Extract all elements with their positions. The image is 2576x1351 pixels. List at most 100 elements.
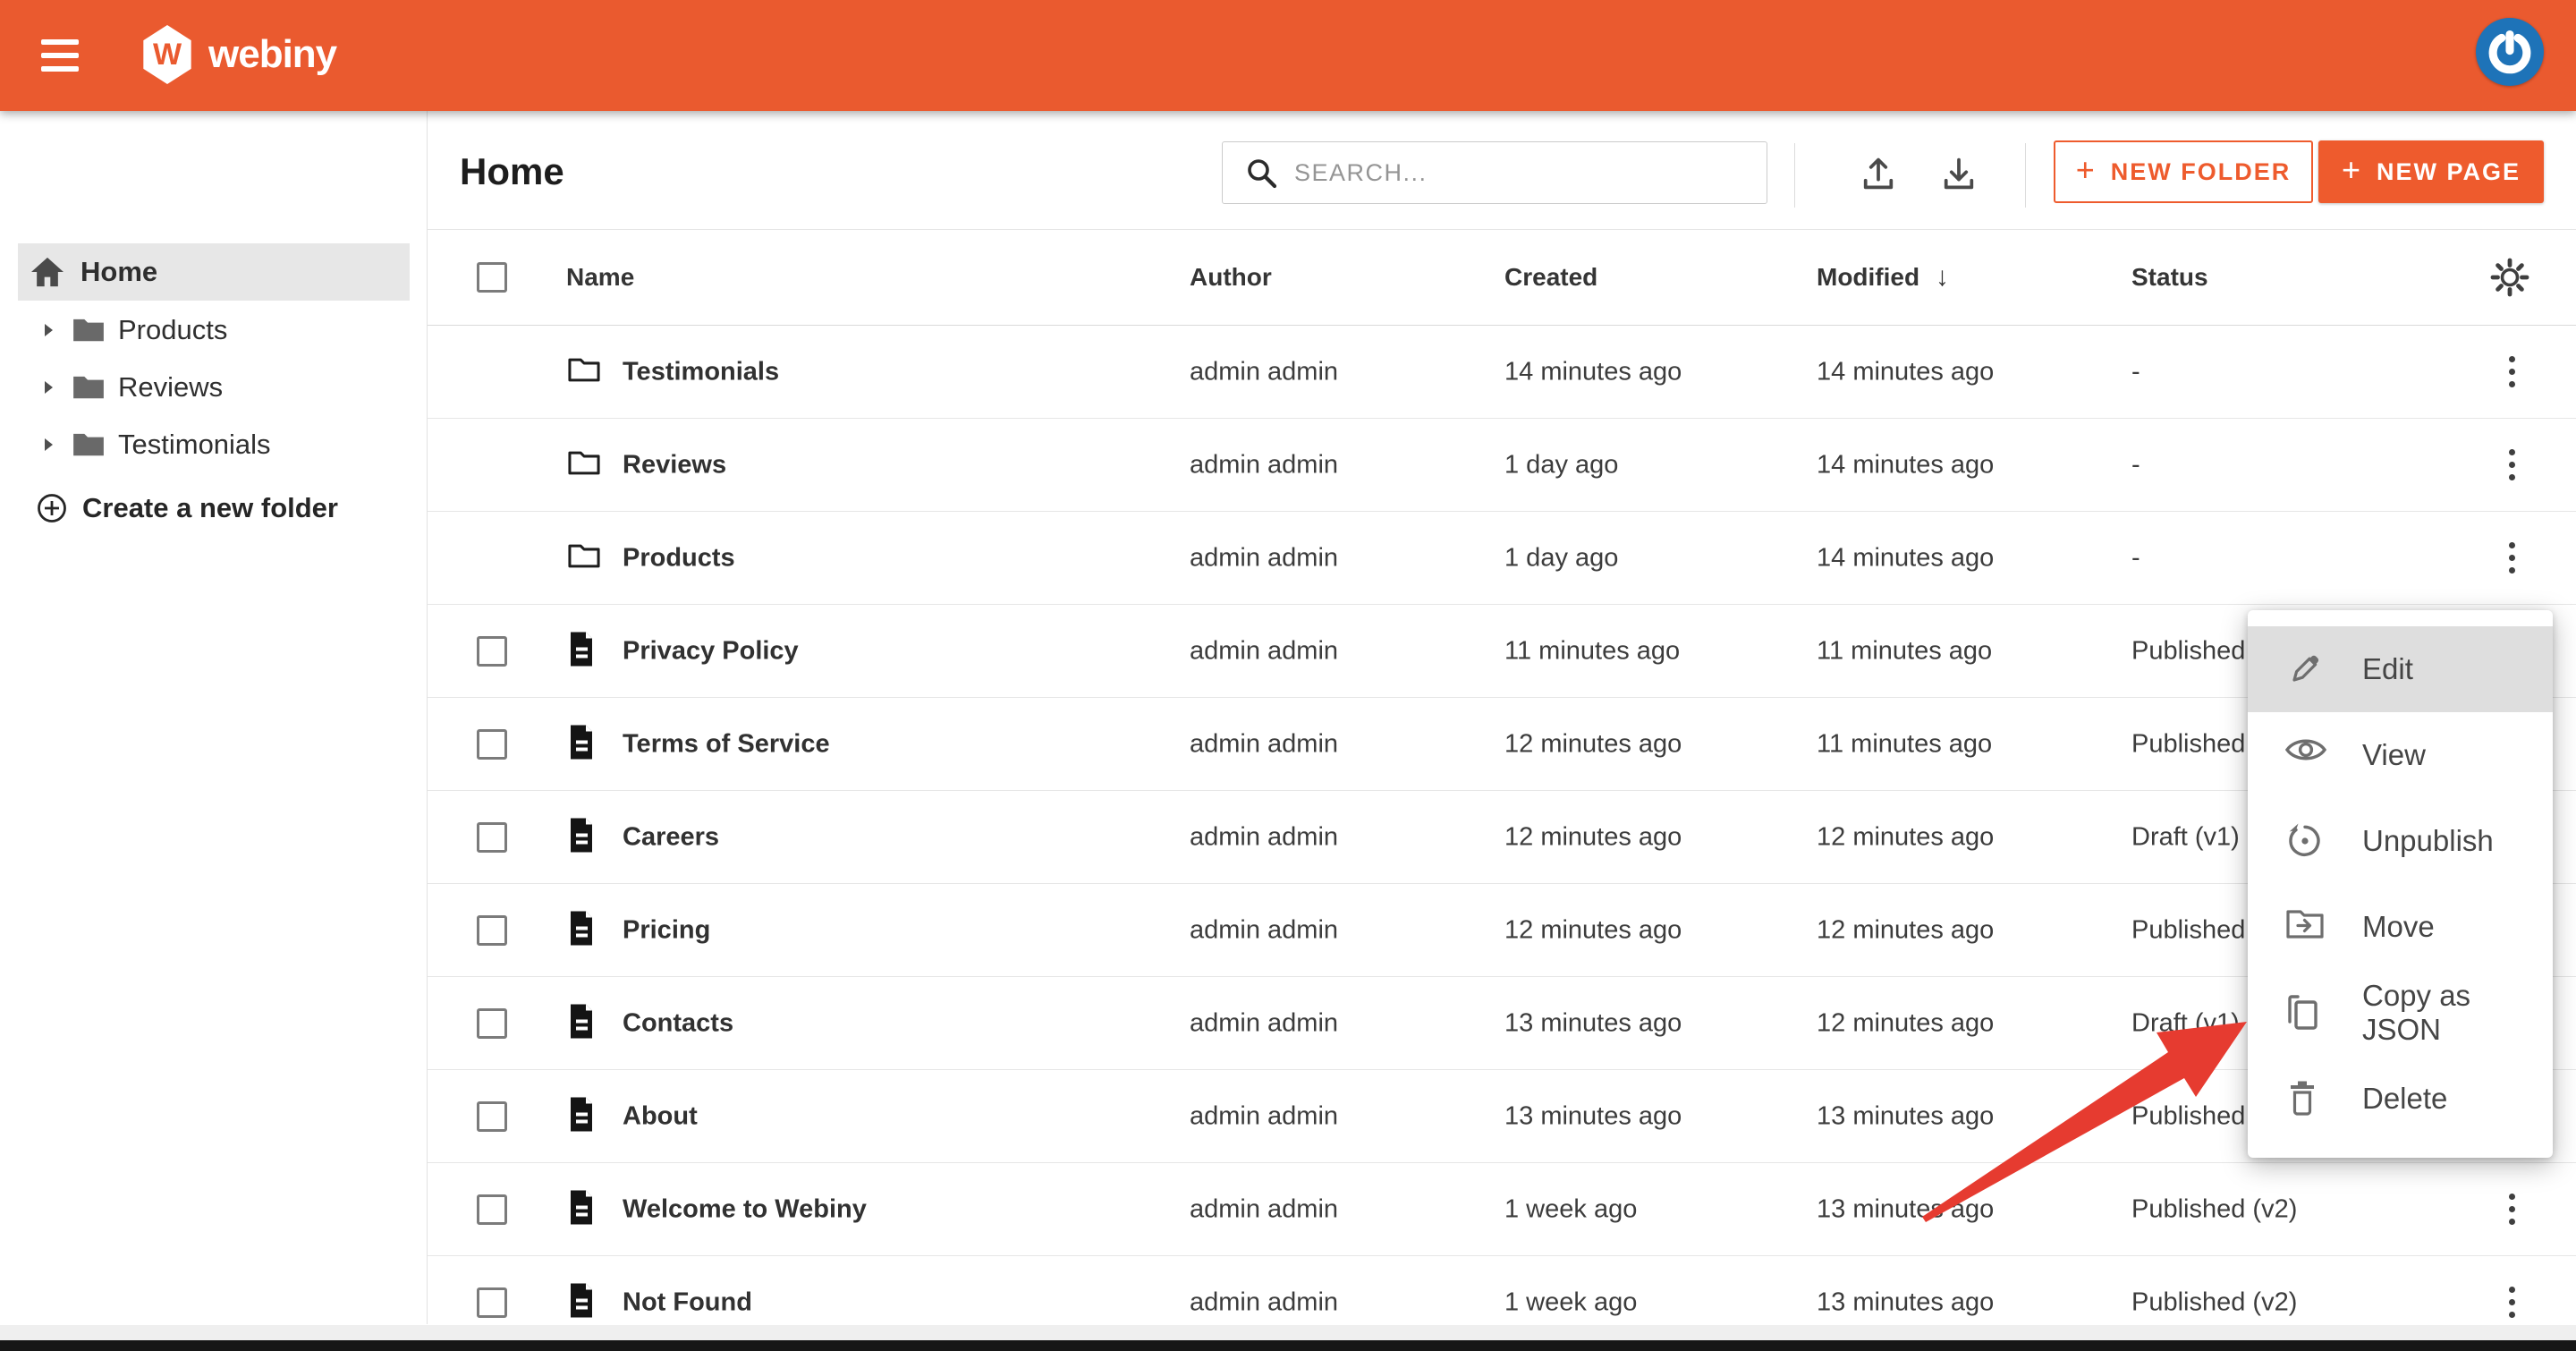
- sidebar-item-testimonials[interactable]: Testimonials: [0, 416, 410, 473]
- sidebar-item-reviews[interactable]: Reviews: [0, 359, 410, 416]
- row-name[interactable]: Not Found: [623, 1287, 752, 1317]
- row-modified: 14 minutes ago: [1817, 543, 1994, 573]
- row-name[interactable]: Careers: [623, 822, 719, 852]
- gear-icon: [2490, 258, 2529, 297]
- row-modified: 12 minutes ago: [1817, 915, 1994, 945]
- webiny-logo-icon[interactable]: W: [141, 25, 193, 84]
- column-header-name[interactable]: Name: [566, 263, 634, 292]
- column-header-status[interactable]: Status: [2131, 263, 2208, 292]
- search-input[interactable]: [1294, 142, 1750, 203]
- row-name[interactable]: Testimonials: [623, 357, 779, 387]
- row-status-badge: -: [2131, 543, 2140, 573]
- row-created: 13 minutes ago: [1504, 1101, 1682, 1131]
- new-folder-label: NEW FOLDER: [2111, 158, 2292, 186]
- bottom-gray-band: [0, 1325, 2576, 1340]
- kebab-menu-icon[interactable]: [2496, 1188, 2528, 1231]
- row-checkbox[interactable]: [477, 915, 507, 946]
- sidebar-item-home[interactable]: Home: [18, 243, 410, 301]
- row-name[interactable]: Products: [623, 543, 735, 573]
- row-modified: 11 minutes ago: [1817, 636, 1992, 666]
- toolbar-divider: [2025, 143, 2026, 208]
- row-name[interactable]: Privacy Policy: [623, 636, 799, 666]
- eye-icon: [2285, 735, 2325, 775]
- row-name[interactable]: Reviews: [623, 450, 726, 480]
- context-menu-item-view[interactable]: View: [2248, 712, 2553, 798]
- copy-icon: [2285, 993, 2325, 1032]
- row-name[interactable]: About: [623, 1101, 698, 1131]
- row-modified: 13 minutes ago: [1817, 1101, 1994, 1131]
- row-name[interactable]: Terms of Service: [623, 729, 830, 759]
- hamburger-menu-icon[interactable]: [41, 39, 79, 72]
- search-box: [1222, 141, 1767, 204]
- row-name[interactable]: Pricing: [623, 915, 710, 945]
- kebab-menu-icon[interactable]: [2496, 351, 2528, 394]
- row-modified: 11 minutes ago: [1817, 729, 1992, 759]
- kebab-menu-icon[interactable]: [2496, 537, 2528, 580]
- sort-desc-icon: ↓: [1936, 262, 1949, 292]
- row-status-badge: Published: [2131, 729, 2245, 759]
- row-author: admin admin: [1190, 543, 1338, 573]
- row-checkbox[interactable]: [477, 822, 507, 853]
- row-name[interactable]: Welcome to Webiny: [623, 1194, 867, 1224]
- context-menu-item-copy-as-json[interactable]: Copy as JSON: [2248, 970, 2553, 1056]
- page-icon: [566, 909, 597, 951]
- row-author: admin admin: [1190, 357, 1338, 387]
- sidebar-home-label: Home: [80, 256, 157, 288]
- column-header-modified[interactable]: Modified ↓: [1817, 262, 1949, 293]
- table-row[interactable]: Products admin admin 1 day ago 14 minute…: [428, 512, 2576, 605]
- page-icon: [566, 816, 597, 858]
- table-row[interactable]: Reviews admin admin 1 day ago 14 minutes…: [428, 419, 2576, 512]
- kebab-menu-icon[interactable]: [2496, 444, 2528, 487]
- sidebar-folder-label: Testimonials: [118, 429, 271, 461]
- row-name[interactable]: Contacts: [623, 1008, 733, 1038]
- row-checkbox[interactable]: [477, 1008, 507, 1039]
- page-icon: [566, 630, 597, 672]
- new-folder-button[interactable]: + NEW FOLDER: [2054, 140, 2313, 203]
- new-page-button[interactable]: + NEW PAGE: [2318, 140, 2544, 203]
- column-header-author[interactable]: Author: [1190, 263, 1272, 292]
- row-status-badge: Published: [2131, 1101, 2245, 1131]
- modified-label: Modified: [1817, 263, 1919, 291]
- row-status-badge: Draft (v1): [2131, 1008, 2240, 1038]
- context-menu-item-label: Unpublish: [2362, 824, 2494, 858]
- select-all-checkbox[interactable]: [477, 262, 507, 293]
- folder-tree-sidebar: Home Products Reviews Testimonials: [0, 111, 428, 1324]
- page-icon: [566, 1002, 597, 1044]
- table-row[interactable]: Testimonials admin admin 14 minutes ago …: [428, 326, 2576, 419]
- page-icon: [566, 1188, 597, 1230]
- row-checkbox[interactable]: [477, 729, 507, 760]
- brand-wordmark: webiny: [208, 32, 336, 77]
- row-checkbox[interactable]: [477, 636, 507, 667]
- caret-right-icon: [41, 322, 55, 338]
- row-status-badge: Published: [2131, 636, 2245, 666]
- row-created: 1 day ago: [1504, 543, 1618, 573]
- create-folder-link[interactable]: Create a new folder: [36, 480, 338, 537]
- kebab-menu-icon[interactable]: [2496, 1281, 2528, 1324]
- row-status-badge: -: [2131, 450, 2140, 480]
- context-menu-item-unpublish[interactable]: Unpublish: [2248, 798, 2553, 884]
- table-settings-button[interactable]: [2490, 258, 2529, 297]
- page-icon: [566, 1095, 597, 1137]
- page-title: Home: [460, 150, 564, 193]
- logo-letter: W: [153, 38, 182, 72]
- row-modified: 13 minutes ago: [1817, 1287, 1994, 1317]
- context-menu-item-label: View: [2362, 738, 2426, 772]
- row-checkbox[interactable]: [477, 1101, 507, 1132]
- context-menu-item-delete[interactable]: Delete: [2248, 1056, 2553, 1142]
- sidebar-item-products[interactable]: Products: [0, 302, 410, 359]
- power-glyph-icon: [2487, 29, 2533, 75]
- import-upload-button[interactable]: [1859, 154, 1898, 193]
- user-avatar[interactable]: [2476, 18, 2544, 86]
- row-author: admin admin: [1190, 1101, 1338, 1131]
- upload-icon: [1859, 154, 1898, 193]
- table-row[interactable]: Welcome to Webiny admin admin 1 week ago…: [428, 1163, 2576, 1256]
- row-status-badge: Draft (v1): [2131, 822, 2240, 852]
- context-menu-item-edit[interactable]: Edit: [2248, 626, 2553, 712]
- context-menu-item-move[interactable]: Move: [2248, 884, 2553, 970]
- export-download-button[interactable]: [1939, 154, 1979, 193]
- row-checkbox[interactable]: [477, 1194, 507, 1225]
- move-folder-icon: [2285, 907, 2325, 947]
- column-header-created[interactable]: Created: [1504, 263, 1597, 292]
- sidebar-folder-label: Products: [118, 314, 227, 346]
- row-checkbox[interactable]: [477, 1287, 507, 1318]
